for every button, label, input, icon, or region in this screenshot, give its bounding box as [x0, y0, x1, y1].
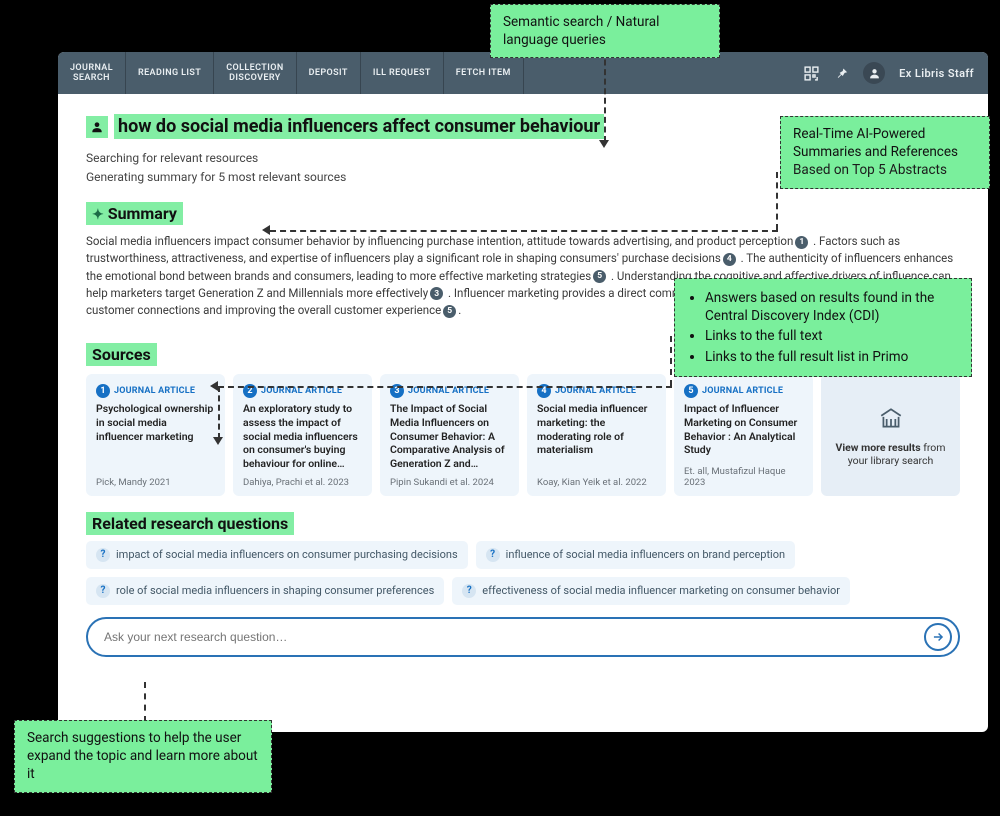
callout-semantic-search: Semantic search / Natural language queri… [490, 4, 720, 58]
question-mark-icon: ? [96, 584, 110, 598]
sources-row: 1 JOURNAL ARTICLE Psychological ownershi… [86, 374, 960, 495]
nav-item-3[interactable]: DEPOSIT [297, 52, 361, 94]
source-title: An exploratory study to assess the impac… [243, 402, 362, 470]
source-meta: Pick, Mandy 2021 [96, 477, 215, 488]
source-meta: Dahiya, Prachi et al. 2023 [243, 477, 362, 488]
related-question-text: effectiveness of social media influencer… [482, 584, 840, 597]
related-question-text: role of social media influencers in shap… [116, 584, 434, 597]
question-mark-icon: ? [462, 584, 476, 598]
citation-4[interactable]: 4 [723, 253, 736, 266]
callout-ai-summaries: Real-Time AI-Powered Summaries and Refer… [780, 116, 990, 189]
source-num-icon: 3 [390, 384, 404, 398]
related-question-3[interactable]: ? effectiveness of social media influence… [452, 577, 850, 605]
callout-cdi-item-2: Links to the full result list in Primo [705, 348, 959, 366]
source-meta: Et. all, Mustafizul Haque 2023 [684, 466, 803, 488]
question-mark-icon: ? [486, 548, 500, 562]
related-heading: Related research questions [86, 512, 294, 535]
pin-icon[interactable] [834, 66, 849, 81]
nav-item-1[interactable]: READING LIST [126, 52, 214, 94]
source-type: JOURNAL ARTICLE [408, 386, 489, 396]
callout-suggestions: Search suggestions to help the user expa… [14, 720, 272, 793]
nav-item-4[interactable]: ILL REQUEST [361, 52, 444, 94]
source-meta: Pipin Sukandi et al. 2024 [390, 477, 509, 488]
related-question-text: influence of social media influencers on… [506, 548, 785, 561]
related-question-1[interactable]: ? influence of social media influencers o… [476, 541, 795, 569]
citation-5a[interactable]: 5 [593, 270, 606, 283]
source-title: The Impact of Social Media Influencers o… [390, 402, 509, 470]
citation-1[interactable]: 1 [795, 236, 808, 249]
search-query-text: how do social media influencers affect c… [114, 114, 604, 139]
source-num-icon: 2 [243, 384, 257, 398]
source-card-3[interactable]: 3 JOURNAL ARTICLE The Impact of Social M… [380, 374, 519, 495]
view-more-results[interactable]: View more results from your library sear… [821, 374, 960, 495]
nav-item-0[interactable]: JOURNALSEARCH [58, 52, 126, 94]
source-card-2[interactable]: 2 JOURNAL ARTICLE An exploratory study t… [233, 374, 372, 495]
source-title: Impact of Influencer Marketing on Consum… [684, 402, 803, 457]
related-questions: Related research questions ? impact of so… [86, 514, 960, 605]
callout-cdi-item-0: Answers based on results found in the Ce… [705, 289, 959, 325]
source-num-icon: 1 [96, 384, 110, 398]
ask-box[interactable] [86, 617, 960, 657]
topbar-right: Ex Libris Staff [803, 52, 988, 94]
view-more-text: View more results from your library sear… [831, 441, 950, 467]
source-card-5[interactable]: 5 JOURNAL ARTICLE Impact of Influencer M… [674, 374, 813, 495]
source-type: JOURNAL ARTICLE [555, 386, 636, 396]
related-row: ? impact of social media influencers on c… [86, 541, 960, 605]
user-avatar-icon[interactable] [863, 62, 885, 84]
nav-item-2[interactable]: COLLECTIONDISCOVERY [214, 52, 296, 94]
nav-items: JOURNALSEARCHREADING LISTCOLLECTIONDISCO… [58, 52, 524, 94]
related-question-2[interactable]: ? role of social media influencers in sha… [86, 577, 444, 605]
ask-input[interactable] [104, 630, 912, 644]
source-type: JOURNAL ARTICLE [114, 386, 195, 396]
related-question-0[interactable]: ? impact of social media influencers on c… [86, 541, 468, 569]
citation-5b[interactable]: 5 [443, 305, 456, 318]
source-title: Psychological ownership in social media … [96, 402, 215, 443]
related-question-text: impact of social media influencers on co… [116, 548, 458, 561]
scrollbar[interactable] [980, 112, 986, 722]
question-mark-icon: ? [96, 548, 110, 562]
source-num-icon: 4 [537, 384, 551, 398]
callout-cdi-list: Answers based on results found in the Ce… [687, 289, 959, 366]
source-card-1[interactable]: 1 JOURNAL ARTICLE Psychological ownershi… [86, 374, 225, 495]
source-title: Social media influencer marketing: the m… [537, 402, 656, 457]
citation-3[interactable]: 3 [430, 287, 443, 300]
summary-heading: ✦ Summary [86, 202, 960, 225]
source-meta: Koay, Kian Yeik et al. 2022 [537, 477, 656, 488]
source-card-4[interactable]: 4 JOURNAL ARTICLE Social media influence… [527, 374, 666, 495]
source-type: JOURNAL ARTICLE [702, 386, 783, 396]
qr-icon[interactable] [803, 65, 820, 82]
callout-cdi: Answers based on results found in the Ce… [674, 278, 972, 377]
ask-send-button[interactable] [924, 623, 952, 651]
callout-cdi-item-1: Links to the full text [705, 327, 959, 345]
library-icon [878, 406, 904, 435]
source-type: JOURNAL ARTICLE [261, 386, 342, 396]
query-user-icon [86, 116, 108, 138]
user-name[interactable]: Ex Libris Staff [899, 67, 974, 80]
sparkle-icon: ✦ [92, 207, 104, 223]
source-num-icon: 5 [684, 384, 698, 398]
